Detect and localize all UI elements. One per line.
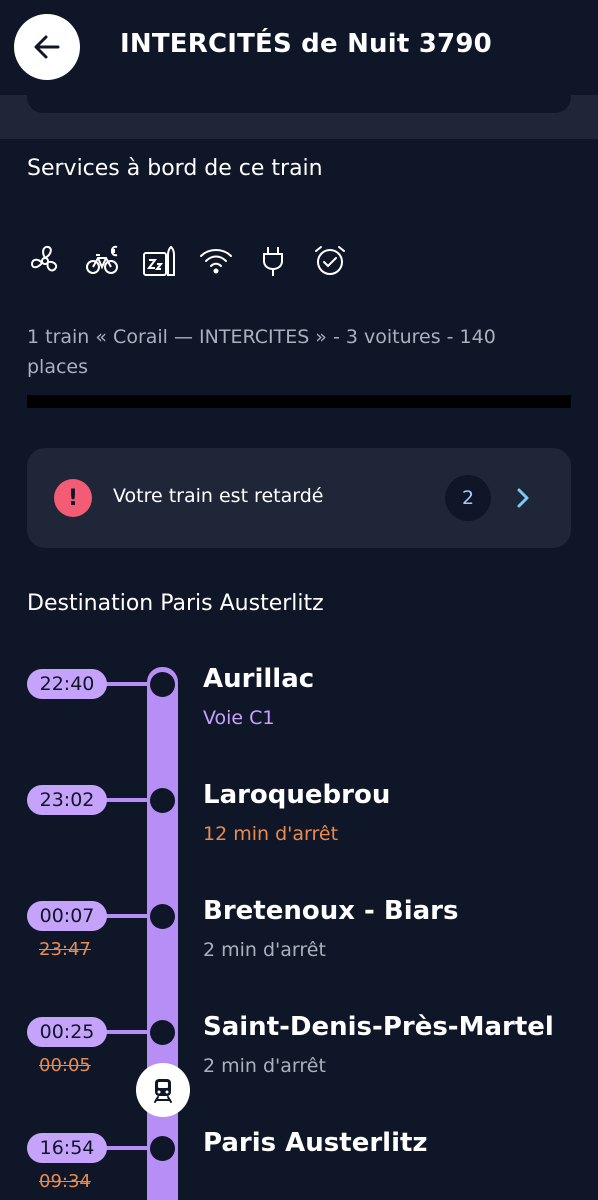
stop-item[interactable]: 00:25 00:05 Saint-Denis-Près-Martel 2 mi…	[0, 1012, 598, 1117]
stop-node	[150, 904, 175, 929]
stop-connector	[103, 914, 153, 918]
scrolled-card	[27, 95, 571, 113]
sleep-icon	[141, 243, 177, 279]
service-icons	[27, 243, 348, 279]
stop-node	[150, 1020, 175, 1045]
wifi-icon	[198, 243, 234, 279]
stop-name: Bretenoux - Biars	[203, 896, 459, 926]
alert-count-badge: 2	[445, 475, 491, 521]
delay-alert-card[interactable]: ! Votre train est retardé 2	[27, 448, 571, 548]
stop-name: Laroquebrou	[203, 780, 391, 810]
exclamation-icon: !	[54, 479, 92, 517]
page-title: INTERCITÉS de Nuit 3790	[120, 29, 492, 59]
stop-name: Aurillac	[203, 664, 315, 694]
stop-node	[150, 788, 175, 813]
destination-title: Destination Paris Austerlitz	[27, 591, 324, 616]
departure-time: 22:40	[27, 669, 107, 699]
arrival-time: 23:02	[27, 785, 107, 815]
redacted-bar	[27, 395, 571, 408]
arrival-time: 16:54	[27, 1133, 107, 1163]
stop-name: Saint-Denis-Près-Martel	[203, 1012, 554, 1042]
original-time: 23:47	[39, 939, 91, 960]
stop-item[interactable]: 16:54 09:34 Paris Austerlitz	[0, 1128, 598, 1200]
bike-paid-icon	[84, 243, 120, 279]
back-button[interactable]	[14, 14, 80, 80]
original-time: 09:34	[39, 1171, 91, 1192]
original-time: 00:05	[39, 1055, 91, 1076]
stop-node	[150, 1136, 175, 1161]
stop-connector	[103, 682, 153, 686]
arrival-time: 00:25	[27, 1017, 107, 1047]
stop-item[interactable]: 22:40 Aurillac Voie C1	[0, 664, 598, 769]
top-bar: INTERCITÉS de Nuit 3790	[0, 0, 598, 95]
stop-connector	[103, 1146, 153, 1150]
chevron-right-icon	[517, 488, 529, 508]
train-icon	[154, 1079, 172, 1103]
stop-item[interactable]: 23:02 Laroquebrou 12 min d'arrêt	[0, 780, 598, 885]
stop-item[interactable]: 00:07 23:47 Bretenoux - Biars 2 min d'ar…	[0, 896, 598, 1001]
train-position-marker	[136, 1063, 190, 1117]
train-composition: 1 train « Corail — INTERCITES » - 3 voit…	[27, 326, 496, 378]
arrow-left-icon	[34, 35, 60, 59]
stop-connector	[103, 798, 153, 802]
alarm-clock-icon	[312, 243, 348, 279]
stop-duration: 2 min d'arrêt	[203, 939, 326, 961]
plug-icon	[255, 243, 291, 279]
stop-node	[150, 672, 175, 697]
stop-duration: 12 min d'arrêt	[203, 823, 339, 845]
arrival-time: 00:07	[27, 901, 107, 931]
services-title: Services à bord de ce train	[27, 156, 323, 181]
fan-icon	[27, 243, 63, 279]
stop-connector	[103, 1030, 153, 1034]
platform-label: Voie C1	[203, 707, 275, 729]
alert-text: Votre train est retardé	[113, 485, 324, 507]
stop-duration: 2 min d'arrêt	[203, 1055, 326, 1077]
stop-name: Paris Austerlitz	[203, 1128, 428, 1158]
